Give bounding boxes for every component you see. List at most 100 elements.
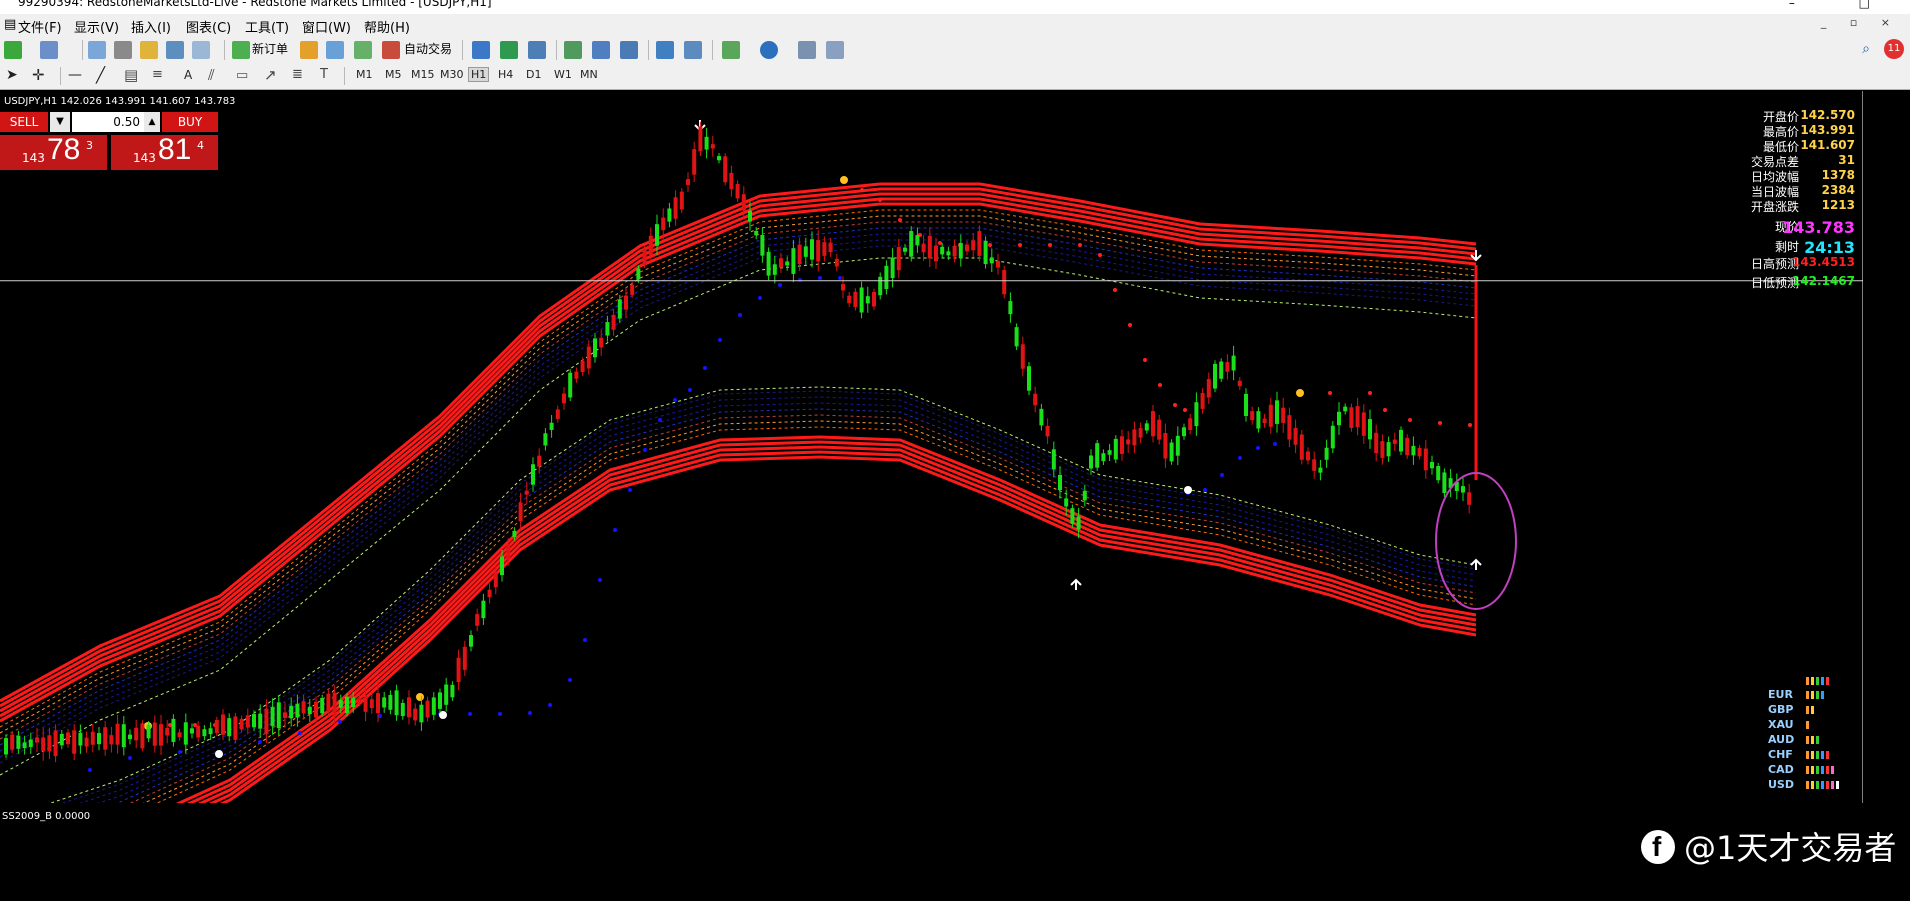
- candle-body: [289, 705, 294, 719]
- buy-price[interactable]: 143 81 4: [111, 133, 218, 170]
- menu-view[interactable]: 显示(V): [74, 17, 119, 36]
- price-chart[interactable]: 145.125144.870144.615144.360144.100143.8…: [0, 91, 1863, 803]
- timeframe-m5[interactable]: M5: [385, 68, 402, 81]
- auto-trade-button[interactable]: 自动交易: [404, 40, 452, 57]
- candle-body: [1051, 449, 1056, 470]
- candle-body: [531, 464, 535, 485]
- templates-icon[interactable]: [798, 41, 816, 59]
- rectangle-icon[interactable]: ▭: [236, 68, 248, 83]
- strength-bar: [1811, 766, 1814, 774]
- menu-tools[interactable]: 工具(T): [245, 17, 289, 36]
- candle-body: [1020, 344, 1025, 369]
- mdi-controls[interactable]: _ ▫ ×: [1821, 16, 1900, 29]
- candle-body: [1361, 412, 1366, 436]
- candle-body: [1008, 301, 1013, 315]
- navigator-icon[interactable]: [140, 41, 158, 59]
- candle-body: [332, 692, 337, 717]
- auto-trade-icon[interactable]: [382, 41, 400, 59]
- trend-line-icon[interactable]: ╱: [96, 66, 105, 84]
- label-icon[interactable]: T: [320, 67, 328, 82]
- line-chart-icon[interactable]: [528, 41, 546, 59]
- timeframe-d1[interactable]: D1: [526, 68, 541, 81]
- text-tool-icon[interactable]: A: [184, 68, 192, 82]
- indicators-icon[interactable]: [722, 41, 740, 59]
- lot-dropdown-button[interactable]: ▼: [50, 112, 70, 132]
- timeframe-m1[interactable]: M1: [356, 68, 373, 81]
- timeframe-w1[interactable]: W1: [554, 68, 572, 81]
- cursor-icon[interactable]: ➤: [6, 67, 18, 83]
- candle-body: [903, 247, 907, 252]
- tile-windows-icon[interactable]: [620, 41, 638, 59]
- candle-body: [202, 729, 207, 737]
- candle-body: [878, 276, 883, 296]
- support-dot: [688, 388, 692, 392]
- fibonacci-icon[interactable]: ≡: [152, 67, 163, 82]
- strength-bar: [1816, 691, 1819, 699]
- notifications-badge[interactable]: 11: [1884, 39, 1904, 59]
- data-window-icon[interactable]: [114, 41, 132, 59]
- auto-scroll-icon[interactable]: [656, 41, 674, 59]
- candle-body: [1070, 508, 1075, 524]
- new-chart-icon[interactable]: [4, 41, 22, 59]
- lower-band-line: [208, 450, 1477, 803]
- menu-chart[interactable]: 图表(C): [186, 17, 231, 36]
- signals-icon[interactable]: [326, 41, 344, 59]
- arrow-tool-icon[interactable]: ↗: [264, 66, 277, 84]
- sell-price[interactable]: 143 78 3: [0, 133, 107, 170]
- horizontal-line-icon[interactable]: —: [68, 67, 82, 83]
- timeframe-m30[interactable]: M30: [440, 68, 464, 81]
- candle-body: [952, 245, 957, 257]
- metaeditor-icon[interactable]: [300, 41, 318, 59]
- candle-body: [983, 240, 988, 265]
- market-icon[interactable]: [354, 41, 372, 59]
- buy-button[interactable]: BUY: [162, 112, 218, 132]
- zoom-out-icon[interactable]: [592, 41, 610, 59]
- currency-gbp: GBP: [1768, 703, 1794, 716]
- menu-file[interactable]: 文件(F): [18, 17, 62, 36]
- support-dot: [673, 398, 677, 402]
- resistance-dot: [860, 188, 864, 192]
- terminal-icon[interactable]: [166, 41, 184, 59]
- candle-body: [369, 699, 374, 709]
- timeframe-h1[interactable]: H1: [468, 67, 490, 82]
- candle-body: [462, 646, 467, 670]
- menu-help[interactable]: 帮助(H): [364, 17, 410, 36]
- candlestick-icon[interactable]: [500, 41, 518, 59]
- search-icon[interactable]: ⌕: [1862, 41, 1870, 57]
- chart-shift-icon[interactable]: [684, 41, 702, 59]
- zoom-in-icon[interactable]: [564, 41, 582, 59]
- timeframe-m15[interactable]: M15: [411, 68, 435, 81]
- profiles-icon[interactable]: [40, 41, 58, 59]
- new-order-button[interactable]: 新订单: [252, 40, 288, 57]
- gann-icon[interactable]: ⫽: [208, 66, 215, 84]
- lot-size-input[interactable]: 0.50: [72, 112, 144, 132]
- crosshair-icon[interactable]: ✛: [32, 66, 45, 84]
- parallel-channel-icon[interactable]: ▤: [124, 66, 138, 84]
- pitchfork-icon[interactable]: ≣: [292, 67, 303, 82]
- market-watch-icon[interactable]: [88, 41, 106, 59]
- chart-window[interactable]: 145.125 144.870 144.615 144.360 144.100 143.8…: [0, 91, 1863, 803]
- new-order-icon[interactable]: [232, 41, 250, 59]
- menu-window[interactable]: 窗口(W): [302, 17, 351, 36]
- periods-clock-icon[interactable]: [760, 41, 778, 59]
- timeframe-mn[interactable]: MN: [580, 68, 598, 81]
- strategy-tester-icon[interactable]: [192, 41, 210, 59]
- strength-bar: [1821, 677, 1824, 685]
- candle-body: [239, 718, 244, 730]
- app-icon[interactable]: ▤: [4, 17, 16, 32]
- window-controls[interactable]: – □: [1789, 0, 1900, 10]
- strength-bar: [1816, 677, 1819, 685]
- candle-body: [1014, 327, 1019, 347]
- bar-chart-icon[interactable]: [472, 41, 490, 59]
- candle-body: [1256, 411, 1261, 429]
- lot-spin-button[interactable]: ▲: [144, 112, 160, 132]
- sell-price-prefix: 143: [22, 151, 45, 165]
- sell-button[interactable]: SELL: [0, 112, 48, 132]
- chart-properties-icon[interactable]: [826, 41, 844, 59]
- timeframe-h4[interactable]: H4: [498, 68, 513, 81]
- strength-bar: [1806, 706, 1809, 714]
- candle-body: [673, 197, 678, 219]
- candle-body: [276, 702, 281, 729]
- resistance-dot: [878, 198, 882, 202]
- menu-insert[interactable]: 插入(I): [131, 17, 171, 36]
